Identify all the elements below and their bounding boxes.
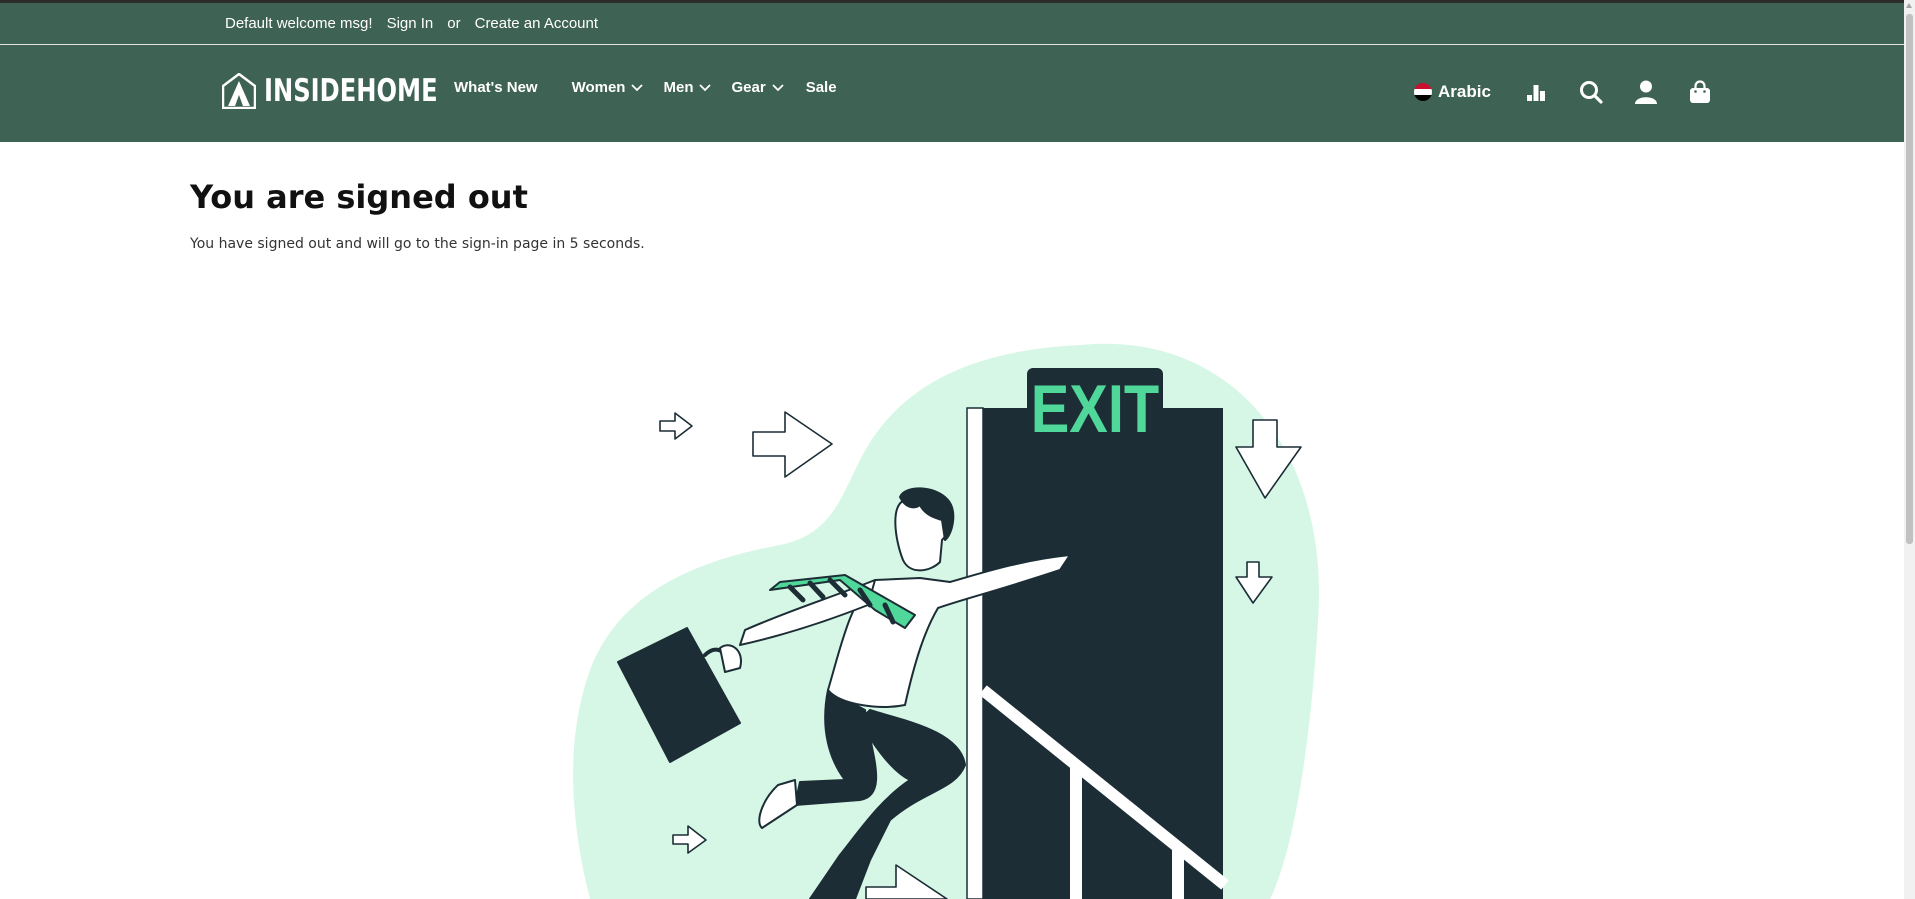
compare-icon[interactable] <box>1525 81 1547 103</box>
chevron-down-icon <box>772 83 784 91</box>
create-account-link[interactable]: Create an Account <box>475 15 598 32</box>
account-icon[interactable] <box>1634 80 1657 104</box>
signout-message: You have signed out and will go to the s… <box>190 236 645 252</box>
nav-women[interactable]: Women <box>572 79 644 96</box>
cart-icon[interactable] <box>1689 80 1711 104</box>
page-title: You are signed out <box>190 178 528 216</box>
arrow-right-icon <box>659 412 693 440</box>
nav-gear[interactable]: Gear <box>731 79 784 96</box>
scroll-up-icon[interactable] <box>1906 3 1912 8</box>
nav-men[interactable]: Men <box>663 79 712 96</box>
door-frame <box>966 407 984 899</box>
exit-illustration: EXIT <box>573 343 1319 899</box>
sign-in-link[interactable]: Sign In <box>387 15 434 32</box>
house-logo-icon <box>222 73 256 109</box>
nav-label: Men <box>663 79 694 96</box>
nav-label: Sale <box>805 79 837 96</box>
main-nav: What's New Women Men Gear Sale <box>454 79 871 96</box>
header-actions: Arabic <box>1414 80 1711 104</box>
site-header: INSIDEHOME What's New Women Men Gear Sal… <box>0 45 1904 142</box>
nav-sale[interactable]: Sale <box>806 79 837 96</box>
site-logo[interactable]: INSIDEHOME <box>222 73 487 109</box>
exit-sign-text: EXIT <box>1031 372 1159 447</box>
nav-label: Women <box>571 79 626 96</box>
nav-label: What's New <box>454 79 538 96</box>
chevron-down-icon <box>699 83 712 91</box>
arrow-right-icon <box>752 411 833 478</box>
language-label: Arabic <box>1438 82 1491 101</box>
egypt-flag-icon <box>1414 83 1432 101</box>
welcome-bar: Default welcome msg! Sign In or Create a… <box>0 3 1904 45</box>
nav-whats-new[interactable]: What's New <box>454 79 538 96</box>
exit-door <box>983 408 1223 899</box>
page-scrollbar[interactable] <box>1904 0 1915 899</box>
logo-text: INSIDEHOME <box>264 73 438 109</box>
nav-label: Gear <box>731 79 766 96</box>
scrollbar-thumb[interactable] <box>1906 14 1913 544</box>
welcome-message: Default welcome msg! <box>225 15 373 32</box>
chevron-down-icon <box>631 83 644 91</box>
search-icon[interactable] <box>1579 80 1603 104</box>
or-text: or <box>447 15 461 32</box>
language-switcher[interactable]: Arabic <box>1414 82 1491 102</box>
